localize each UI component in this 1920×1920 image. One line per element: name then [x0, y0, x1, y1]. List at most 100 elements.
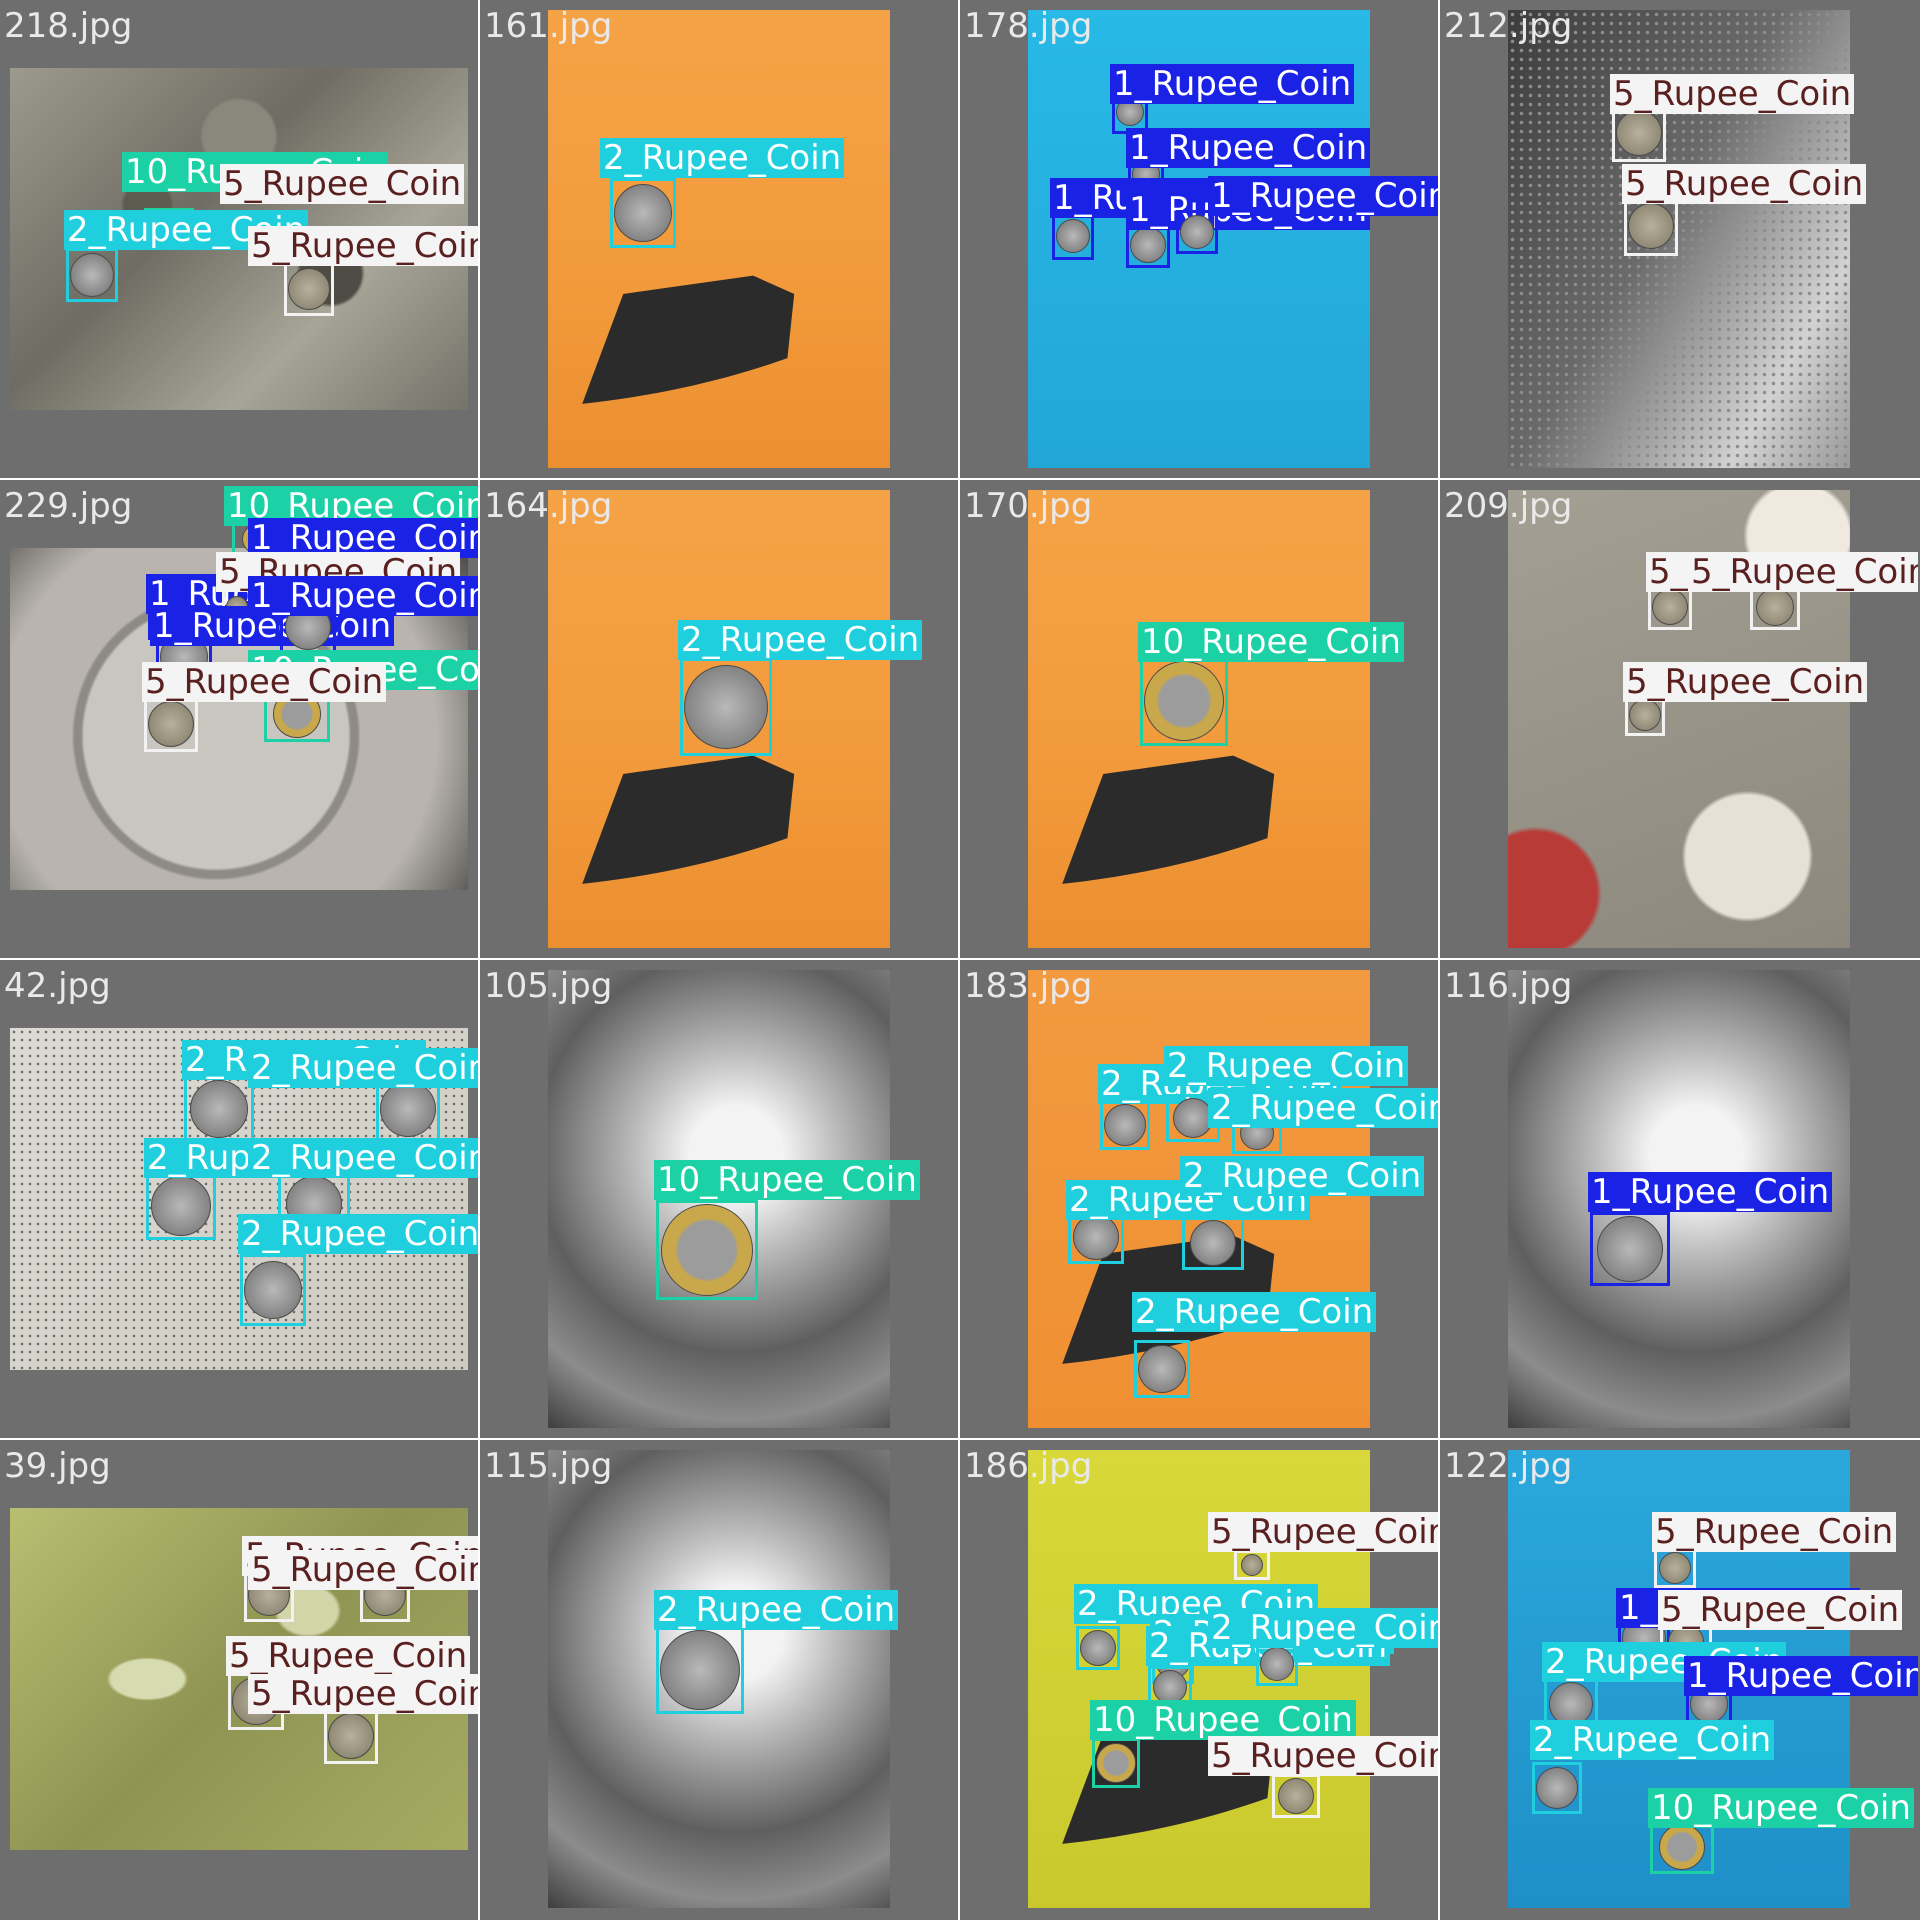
coin — [1096, 1743, 1136, 1783]
bounding-box — [1092, 1738, 1140, 1788]
tile-filename: 209.jpg — [1444, 486, 1573, 526]
bounding-box — [144, 696, 198, 752]
class-label: 5_Rupee_Coin — [1622, 164, 1867, 204]
coin — [1260, 1647, 1294, 1681]
class-label: 5_Rupee_Coin — [1208, 1736, 1438, 1776]
coin — [151, 1176, 211, 1236]
tile-filename: 218.jpg — [4, 6, 133, 46]
coin — [1104, 1104, 1146, 1146]
bounding-box — [1654, 1548, 1696, 1588]
class-label: 2_Rupee_Coin — [654, 1590, 899, 1630]
coin — [288, 268, 330, 310]
coin — [148, 701, 194, 747]
coin — [1180, 215, 1214, 249]
grid-divider — [1438, 0, 1440, 1920]
coin — [1241, 1554, 1263, 1576]
grid-divider — [0, 478, 1920, 480]
image-tile: 229.jpg10_Rupee_Coin1_Rupee_Coin1_Rupee_… — [0, 480, 478, 958]
bounding-box — [1076, 1626, 1120, 1670]
bounding-box — [1100, 1100, 1150, 1150]
class-label: 5_Rupee_Coin — [248, 1550, 478, 1590]
bounding-box — [1256, 1642, 1298, 1686]
grid-divider — [478, 0, 480, 1920]
bounding-box — [680, 658, 772, 756]
coin — [661, 1204, 753, 1296]
coin — [1138, 1345, 1186, 1393]
bounding-box — [1272, 1774, 1320, 1818]
tile-filename: 116.jpg — [1444, 966, 1573, 1006]
bounding-box — [1624, 196, 1678, 256]
image-tile: 161.jpg 2_Rupee_Coin — [480, 0, 958, 478]
class-label: 2_Rupee_Coin — [238, 1214, 478, 1254]
tile-filename: 122.jpg — [1444, 1446, 1573, 1486]
image-tile: 39.jpg 5_Rupee_Coin 5_Rupee_Coin 5_Rupee_Co… — [0, 1440, 478, 1918]
bounding-box — [610, 178, 676, 248]
bounding-box — [324, 1708, 378, 1764]
image-tile: 170.jpg 10_Rupee_Coin — [960, 480, 1438, 958]
coin — [1597, 1216, 1663, 1282]
image-tile: 209.jpg5_Rupee_Coin5_Rupee_Coin5_Rupee_C… — [1440, 480, 1918, 958]
class-label: 2_Rupee_Coin — [248, 1138, 478, 1178]
class-label: 2_Rupee_Coin — [1180, 1156, 1425, 1196]
class-label: 5_Rupee_Coin — [1652, 1512, 1897, 1552]
bounding-box — [656, 1626, 744, 1714]
tile-filename: 115.jpg — [484, 1446, 613, 1486]
tile-filename: 183.jpg — [964, 966, 1093, 1006]
class-label: 1_Rupee_Coin — [1208, 176, 1438, 216]
tile-filename: 170.jpg — [964, 486, 1093, 526]
coin — [1628, 203, 1674, 249]
coin — [614, 184, 672, 242]
class-label: 10_Rupee_Coin — [1138, 622, 1404, 662]
bounding-box — [1650, 1820, 1714, 1874]
class-label: 2_Rupee_Coin — [1208, 1608, 1438, 1648]
coin — [1144, 661, 1224, 741]
detection-grid: 218.jpg 10_Rupee_Coin 5_Rupee_Coin 2_Rupee_… — [0, 0, 1920, 1920]
class-label: 5_Rupee_Coin — [1623, 662, 1868, 702]
coin — [1629, 699, 1661, 731]
tile-filename: 186.jpg — [964, 1446, 1093, 1486]
coin — [1173, 1098, 1213, 1138]
bounding-box — [1052, 212, 1094, 260]
tile-photo — [548, 10, 890, 468]
bounding-box — [1176, 210, 1218, 254]
class-label: 2_Rupee_Coin — [678, 620, 923, 660]
coin — [1073, 1214, 1119, 1260]
coin — [660, 1630, 740, 1710]
coin — [1756, 588, 1794, 626]
bounding-box — [656, 1200, 758, 1300]
class-label: 5_Rupee_Coin — [1208, 1512, 1438, 1552]
coin — [1278, 1778, 1314, 1814]
grid-divider — [958, 0, 960, 1920]
class-label: 10_Rupee_Coin — [1648, 1788, 1914, 1828]
bounding-box — [240, 1254, 306, 1326]
coin — [1536, 1767, 1578, 1809]
coin — [1080, 1630, 1116, 1666]
image-tile: 212.jpg 5_Rupee_Coin 5_Rupee_Coin — [1440, 0, 1918, 478]
class-label: 1_Rupee_Coin — [248, 576, 478, 616]
class-label: 1_Rupee_Coin — [1684, 1656, 1918, 1696]
bounding-box — [66, 248, 118, 302]
image-tile: 105.jpg 10_Rupee_Coin — [480, 960, 958, 1438]
class-label: 2_Rupee_Coin — [248, 1048, 478, 1088]
class-label: 2_Rupee_Coin — [600, 138, 845, 178]
tile-filename: 229.jpg — [4, 486, 133, 526]
image-tile: 115.jpg 2_Rupee_Coin — [480, 1440, 958, 1918]
coin — [1130, 227, 1166, 263]
image-tile: 164.jpg 2_Rupee_Coin — [480, 480, 958, 958]
class-label: 1_Rupee_Coin — [1110, 64, 1355, 104]
silhouette-illustration — [582, 275, 795, 404]
class-label: 5_Rupee_Coin — [142, 662, 387, 702]
image-tile: 116.jpg 1_Rupee_Coin — [1440, 960, 1918, 1438]
coin — [1056, 219, 1090, 253]
coin — [328, 1713, 374, 1759]
tile-filename: 39.jpg — [4, 1446, 111, 1486]
class-label: 5_Rupee_Coin — [1610, 74, 1855, 114]
image-tile: 218.jpg10_Rupee_Coin5_Rupee_Coin2_Rupee_… — [0, 0, 478, 478]
class-label: 5_Rupee_Coin — [226, 1636, 471, 1676]
coin — [1616, 110, 1662, 156]
coin — [190, 1080, 248, 1138]
class-label: 5_Rupee_Coin — [220, 164, 465, 204]
coin — [1652, 589, 1688, 625]
tile-filename: 212.jpg — [1444, 6, 1573, 46]
bounding-box — [1140, 656, 1228, 746]
